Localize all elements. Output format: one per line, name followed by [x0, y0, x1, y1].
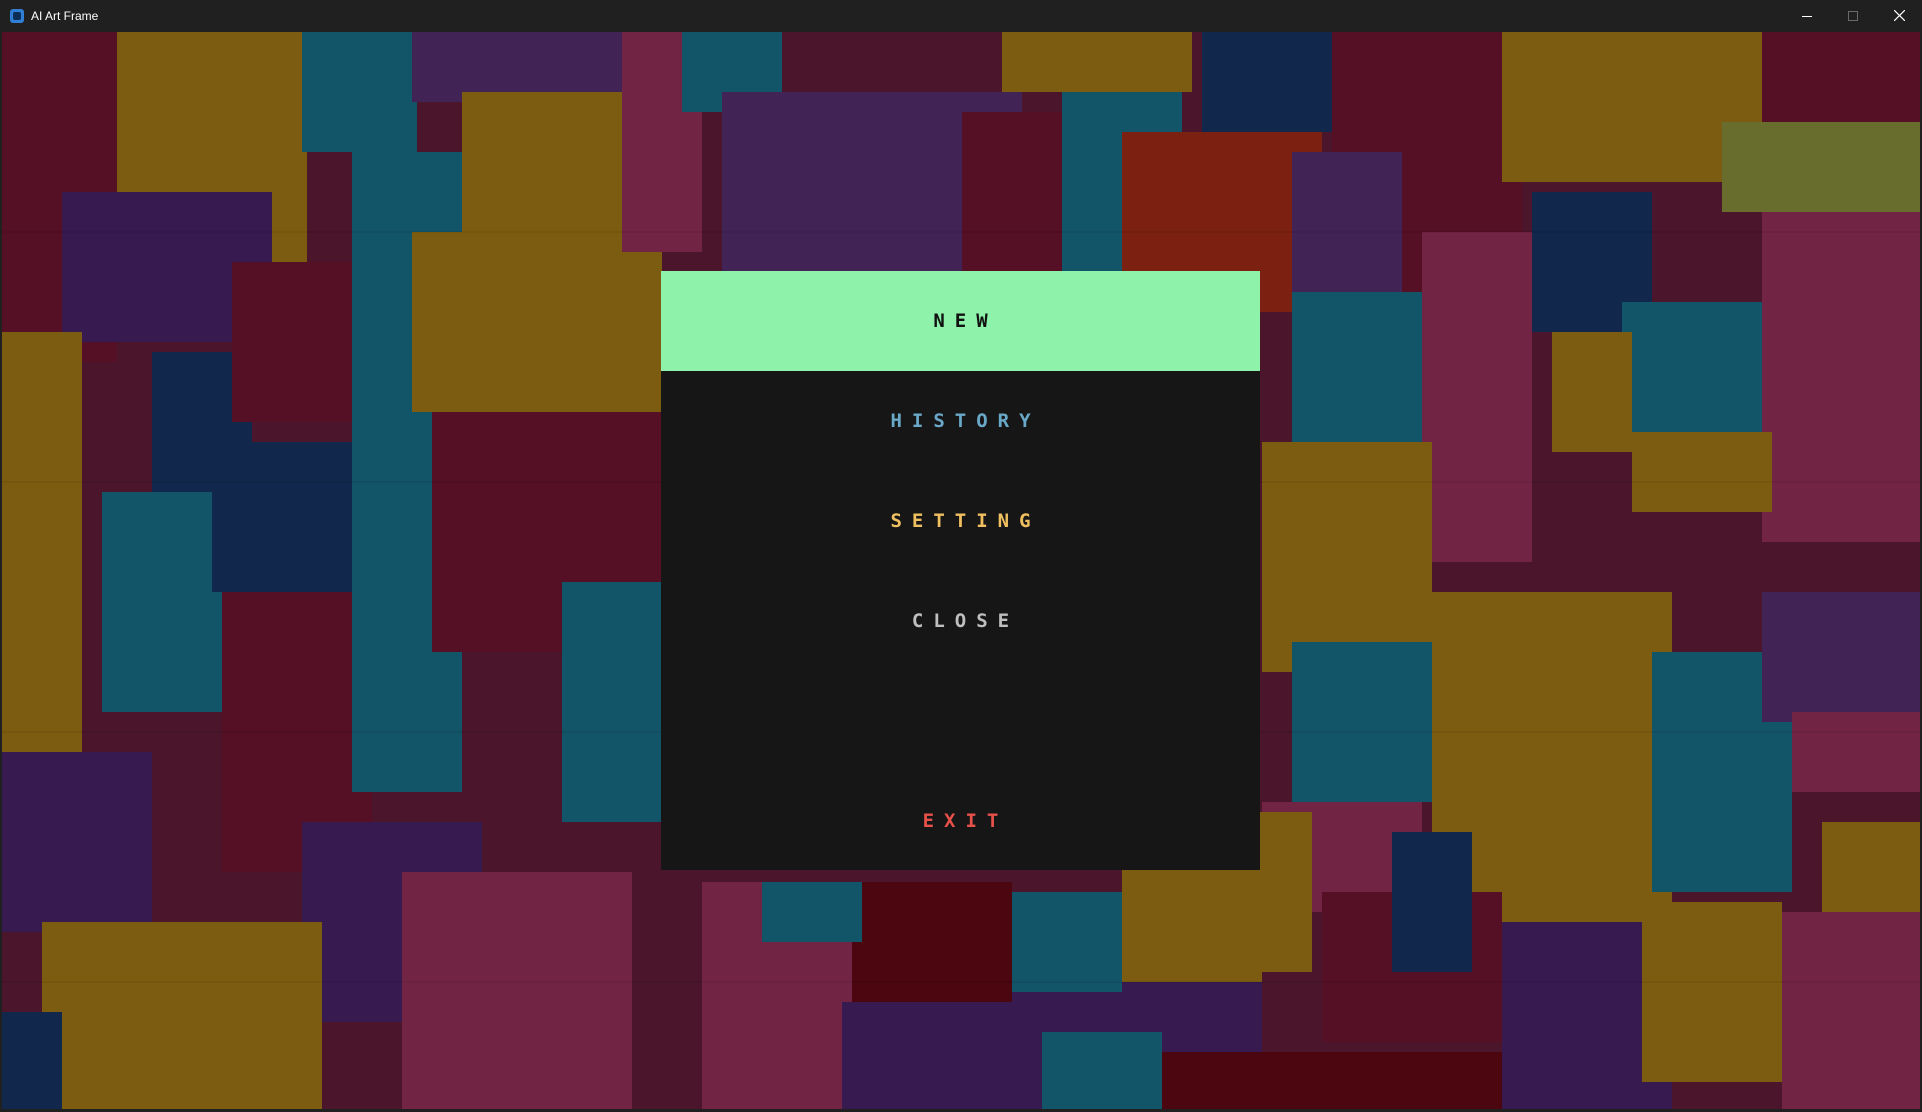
app-icon: [10, 8, 24, 23]
menu-item-label: CLOSE: [911, 610, 1020, 632]
maximize-icon: [1848, 10, 1858, 21]
title-bar[interactable]: AI Art Frame: [0, 0, 1922, 31]
app-window: AI Art Frame NEW HISTORY SETTING CLOSE E…: [0, 0, 1922, 1112]
menu-item-close[interactable]: CLOSE: [661, 571, 1260, 671]
menu-item-setting[interactable]: SETTING: [661, 471, 1260, 571]
menu-item-exit[interactable]: EXIT: [661, 771, 1260, 871]
menu-item-label: SETTING: [890, 510, 1041, 532]
window-title: AI Art Frame: [31, 8, 99, 23]
minimize-icon: [1802, 15, 1812, 17]
menu-item-label: NEW: [933, 310, 998, 332]
menu-item-label: HISTORY: [890, 410, 1041, 432]
menu-item-label: EXIT: [922, 810, 1009, 832]
close-window-button[interactable]: [1876, 0, 1922, 31]
menu-item-history[interactable]: HISTORY: [661, 371, 1260, 471]
menu-item-new[interactable]: NEW: [661, 271, 1260, 371]
minimize-button[interactable]: [1784, 0, 1830, 31]
maximize-button[interactable]: [1830, 0, 1876, 31]
main-menu: NEW HISTORY SETTING CLOSE EXIT: [661, 271, 1260, 870]
window-controls: [1784, 0, 1922, 31]
close-icon: [1893, 10, 1905, 21]
